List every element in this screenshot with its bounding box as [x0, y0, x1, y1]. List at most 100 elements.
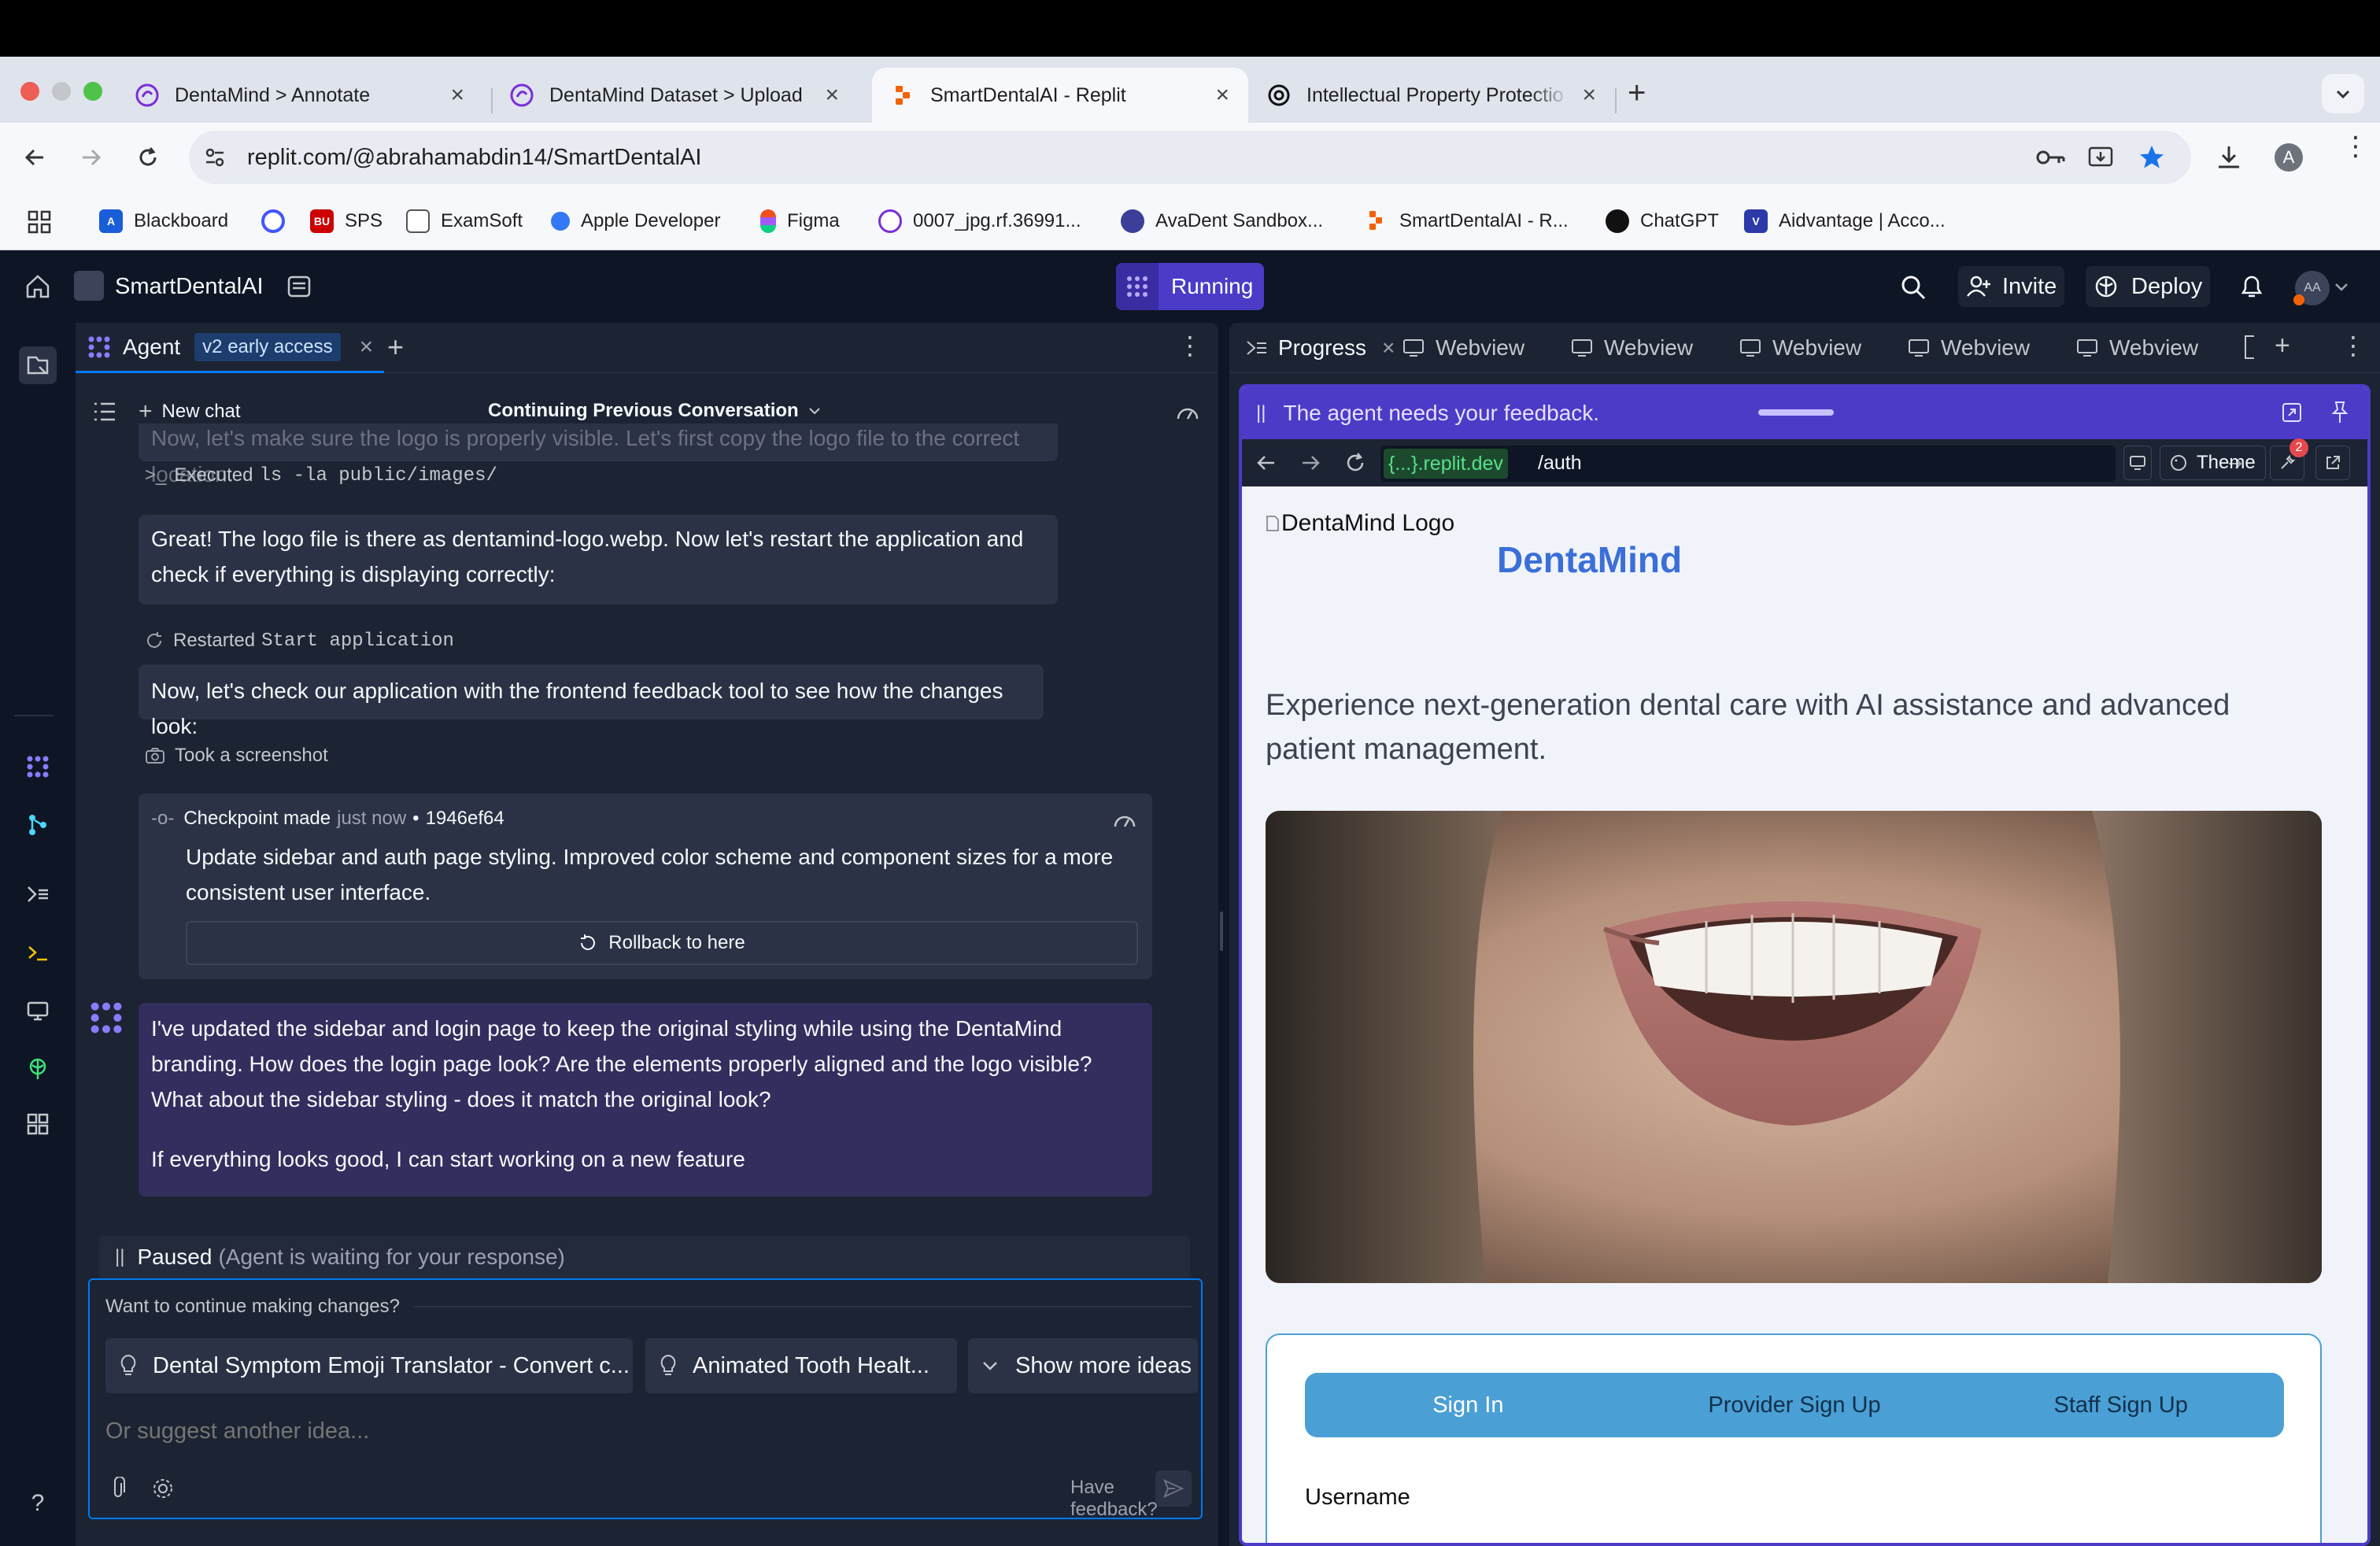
arrow-left-icon[interactable]	[1256, 453, 1277, 472]
site-settings-icon[interactable]	[203, 146, 227, 169]
pane-menu-icon[interactable]: ⋮	[1177, 331, 1203, 361]
reload-button[interactable]	[129, 139, 167, 176]
browser-tab-active[interactable]: SmartDentalAI - Replit ×	[872, 68, 1248, 123]
agent-tab[interactable]: Agent v2 early access ×	[76, 323, 385, 373]
checkpoint-hash: 1946ef64	[425, 808, 504, 829]
browser-menu-icon[interactable]: ⋮	[2342, 133, 2369, 160]
tab-provider-sign-up[interactable]: Provider Sign Up	[1632, 1393, 1958, 1418]
bookmark-figma[interactable]: Figma	[760, 206, 840, 236]
close-tab-icon[interactable]: ×	[360, 334, 374, 361]
tab-webview[interactable]: Webview	[1739, 323, 1861, 373]
settings-gear-icon[interactable]	[151, 1477, 175, 1500]
tab-progress[interactable]: Progress ×	[1237, 323, 1402, 373]
reload-icon[interactable]	[1344, 452, 1366, 474]
speed-gauge-icon[interactable]	[1113, 811, 1136, 830]
back-button[interactable]	[16, 139, 54, 176]
browser-tab[interactable]: Intellectual Property Protectio ×	[1248, 68, 1615, 123]
project-name[interactable]: SmartDentalAI	[115, 274, 264, 300]
show-more-ideas-button[interactable]: Show more ideas	[968, 1338, 1198, 1393]
rail-git[interactable]	[22, 809, 54, 841]
address-bar[interactable]: replit.com/@abrahamabdin14/SmartDentalAI	[189, 131, 2191, 184]
lightbulb-icon	[660, 1354, 676, 1375]
close-tab-icon[interactable]: ×	[1215, 82, 1229, 109]
send-button[interactable]	[1155, 1470, 1192, 1507]
pane-resize-handle[interactable]	[1220, 912, 1223, 951]
rollback-button[interactable]: Rollback to here	[186, 921, 1138, 965]
close-tab-icon[interactable]: ×	[1382, 335, 1395, 361]
install-app-icon[interactable]	[2087, 144, 2114, 171]
add-tab-button[interactable]: +	[387, 331, 404, 364]
maximize-window-button[interactable]	[83, 82, 102, 101]
rail-deployments[interactable]	[22, 1053, 54, 1085]
webview-url-field[interactable]: {...}.replit.dev /auth	[1380, 446, 2242, 482]
pin-icon[interactable]	[2330, 400, 2350, 425]
add-tab-button[interactable]: +	[2275, 331, 2290, 361]
idea-chip[interactable]: Animated Tooth Healt...	[645, 1338, 957, 1393]
project-info-icon[interactable]	[285, 272, 313, 301]
key-icon[interactable]	[2035, 146, 2067, 169]
arrow-right-icon[interactable]	[1300, 453, 1321, 472]
close-window-button[interactable]	[20, 82, 39, 101]
rail-files[interactable]	[19, 346, 57, 384]
bookmark-examsoft[interactable]: ExamSoft	[406, 206, 523, 236]
tab-webview[interactable]: Webview	[1402, 323, 1524, 373]
bookmark-aidvantage[interactable]: V Aidvantage | Acco...	[1744, 206, 1946, 236]
help-icon[interactable]: ?	[22, 1488, 54, 1519]
browser-tab[interactable]: DentaMind Dataset > Upload ×	[491, 68, 858, 123]
rail-all-tools[interactable]	[22, 1108, 54, 1140]
tab-sign-in[interactable]: Sign In	[1305, 1393, 1632, 1418]
search-icon[interactable]	[1900, 274, 1927, 301]
minimize-window-button[interactable]	[52, 82, 71, 101]
bookmark-replit[interactable]: SmartDentalAI - R...	[1365, 206, 1569, 236]
chat-scroll-area[interactable]: Now, let's make sure the logo is properl…	[76, 423, 1218, 1297]
conversation-selector[interactable]: Continuing Previous Conversation	[488, 400, 821, 422]
bookmark-blackboard[interactable]: A Blackboard	[99, 206, 228, 236]
bookmark-apple-developer[interactable]: Apple Developer	[551, 206, 720, 236]
profile-avatar[interactable]: A	[2275, 143, 2303, 172]
home-icon[interactable]	[24, 272, 52, 301]
tab-webview[interactable]: Webview	[2076, 323, 2198, 373]
deploy-button[interactable]: Deploy	[2086, 266, 2211, 307]
rail-console[interactable]	[22, 878, 54, 910]
chevron-down-icon[interactable]	[2334, 282, 2349, 293]
download-icon[interactable]	[2215, 143, 2243, 172]
bookmark-sps[interactable]: BU SPS	[310, 206, 382, 236]
paperclip-icon[interactable]	[107, 1477, 129, 1500]
bookmark-dataset-image[interactable]: 0007_jpg.rf.36991...	[878, 206, 1081, 236]
drag-handle[interactable]	[1758, 409, 1834, 416]
new-tab-button[interactable]: +	[1628, 77, 1646, 109]
auth-tabs: Sign In Provider Sign Up Staff Sign Up	[1305, 1373, 2284, 1437]
forward-button[interactable]	[72, 139, 110, 176]
pane-menu-icon[interactable]: ⋮	[2341, 331, 2366, 361]
devtools-button[interactable]: 2	[2270, 438, 2308, 480]
theme-button[interactable]: Theme	[2160, 446, 2266, 480]
open-new-tab-button[interactable]	[2315, 446, 2350, 480]
expand-icon[interactable]	[2281, 401, 2303, 423]
browser-tab[interactable]: DentaMind > Annotate ×	[116, 68, 483, 123]
bookmark-star-icon[interactable]	[2138, 143, 2166, 172]
tab-webview[interactable]: Webview	[1571, 323, 1693, 373]
chat-list-icon[interactable]	[93, 401, 116, 422]
close-tab-icon[interactable]: ×	[1582, 82, 1596, 109]
close-tab-icon[interactable]: ×	[450, 82, 464, 109]
idea-chip[interactable]: Dental Symptom Emoji Translator - Conver…	[105, 1338, 633, 1393]
bookmark-chatgpt[interactable]: ChatGPT	[1606, 206, 1719, 236]
tab-staff-sign-up[interactable]: Staff Sign Up	[1957, 1393, 2284, 1418]
bookmark-quizlet[interactable]	[261, 206, 296, 236]
tab-search-button[interactable]	[2322, 74, 2364, 113]
run-button[interactable]: Running	[1116, 263, 1264, 310]
speed-gauge-icon[interactable]	[1176, 403, 1199, 422]
invite-button[interactable]: Invite	[1958, 266, 2065, 307]
rail-agent[interactable]	[22, 751, 54, 782]
bookmark-avadent[interactable]: AvaDent Sandbox...	[1121, 206, 1323, 236]
rail-webview[interactable]	[22, 995, 54, 1026]
rail-shell[interactable]	[22, 937, 54, 968]
new-chat-button[interactable]: + New chat	[139, 398, 241, 425]
tab-webview[interactable]: Webview	[1908, 323, 2030, 373]
close-tab-icon[interactable]: ×	[825, 82, 839, 109]
idea-input[interactable]	[105, 1409, 1192, 1453]
apps-grid-icon[interactable]	[27, 209, 52, 235]
bell-icon[interactable]	[2238, 272, 2265, 301]
overflow-tab-icon[interactable]	[2245, 335, 2254, 359]
device-preview-button[interactable]	[2123, 446, 2152, 480]
